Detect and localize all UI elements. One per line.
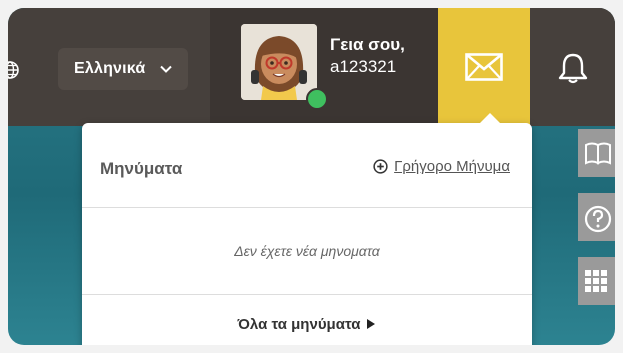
globe-icon[interactable]	[8, 60, 22, 82]
apps-button[interactable]	[578, 257, 615, 305]
all-messages-link[interactable]: Όλα τα μηνύματα	[82, 295, 532, 345]
envelope-icon	[465, 53, 503, 81]
language-select[interactable]: Ελληνικά	[58, 48, 188, 90]
quick-message-label[interactable]: Γρήγορο Μήνυμα	[394, 158, 510, 175]
apps-grid-icon	[585, 270, 607, 292]
user-greeting[interactable]: Γεια σου, a123321	[330, 34, 405, 78]
quick-message-link[interactable]: Γρήγορο Μήνυμα	[373, 158, 510, 175]
messages-dropdown: Μηνύματα Γρήγορο Μήνυμα Δεν έχετε νέα μη…	[82, 113, 532, 345]
empty-messages-text: Δεν έχετε νέα μηνοματα	[82, 208, 532, 295]
book-icon	[585, 142, 611, 165]
chevron-down-icon	[160, 62, 172, 74]
greeting-text: Γεια σου,	[330, 35, 405, 54]
avatar[interactable]	[241, 24, 317, 100]
notifications-button[interactable]	[530, 8, 615, 126]
book-button[interactable]	[578, 129, 615, 177]
dropdown-header: Μηνύματα Γρήγορο Μήνυμα	[82, 123, 532, 208]
all-messages-label: Όλα τα μηνύματα	[237, 315, 361, 333]
help-icon	[584, 205, 612, 233]
messages-button[interactable]	[438, 8, 530, 126]
online-status-dot	[306, 88, 328, 110]
top-navigation-bar: Ελληνικά Γεια σου, a123321	[8, 8, 615, 126]
messages-title: Μηνύματα	[100, 159, 183, 178]
bell-icon	[558, 53, 588, 84]
username-text: a123321	[330, 57, 397, 76]
language-label: Ελληνικά	[74, 60, 146, 77]
help-button[interactable]	[578, 193, 615, 241]
play-arrow-icon	[367, 319, 376, 329]
app-window: Ελληνικά Γεια σου, a123321 Μηνύματα Γρήγ…	[8, 8, 615, 345]
plus-circle-icon	[373, 159, 388, 174]
